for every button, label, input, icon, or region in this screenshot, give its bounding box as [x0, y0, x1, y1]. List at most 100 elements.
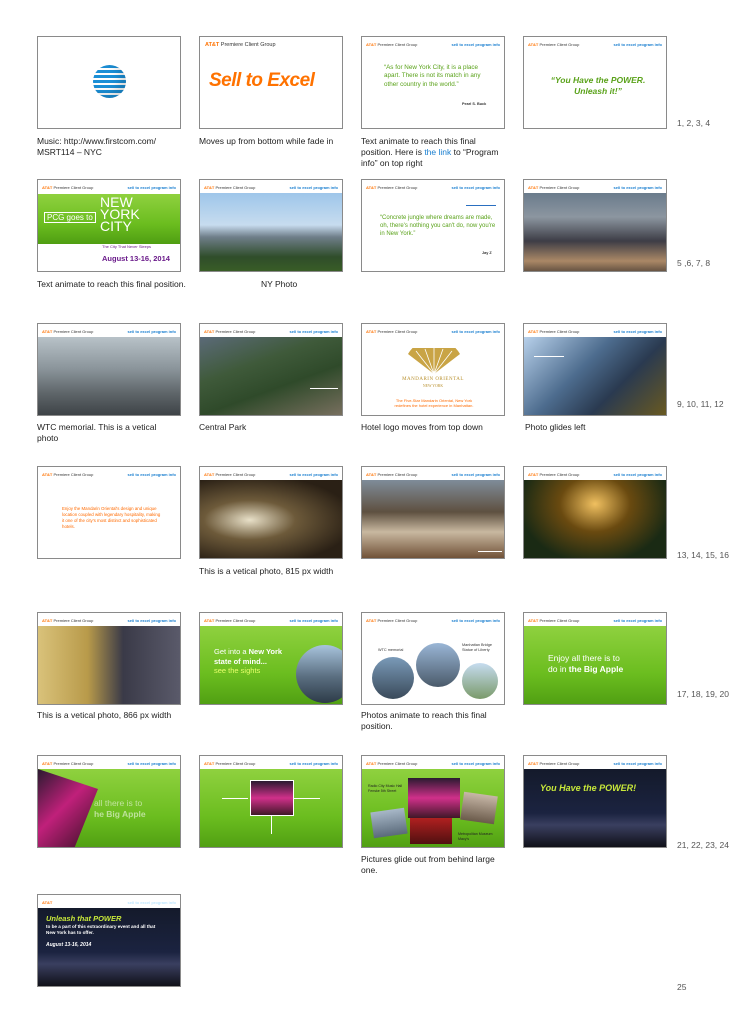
- slide-11: AT&T Premiere Client Group sell to excel…: [361, 323, 505, 416]
- ny-skyline-photo: [200, 193, 342, 271]
- program-info-link[interactable]: sell to excel program info: [128, 184, 176, 192]
- slide-9: AT&T Premiere Client Group sell to excel…: [37, 323, 181, 416]
- caption-3: Text animate to reach this final positio…: [361, 136, 499, 168]
- state-of-mind-text: Get into a New York state of mind... see…: [214, 647, 283, 675]
- program-info-link[interactable]: sell to excel program info: [614, 760, 662, 768]
- doorman-photo: [38, 626, 180, 704]
- slide-header: AT&T Premiere Client Group sell to excel…: [528, 41, 662, 49]
- slide-21: AT&T Premiere Client Group sell to excel…: [37, 755, 181, 848]
- radio-city-main-photo: [408, 778, 460, 818]
- slide-header: AT&T Premiere Client Group sell to excel…: [204, 471, 338, 479]
- hotel-lobby-photo: [200, 480, 342, 558]
- att-logo: AT&T Premiere Client Group: [204, 618, 256, 623]
- att-logo: AT&T Premiere Client Group: [42, 900, 94, 905]
- slide-3: AT&T Premiere Client Group sell to excel…: [361, 36, 505, 129]
- row-numbers-7: 25: [677, 982, 687, 992]
- program-info-link[interactable]: sell to excel program info: [290, 760, 338, 768]
- slide-header: AT&T Premiere Client Group sell to excel…: [366, 184, 500, 192]
- unleash-title: Unleash that POWER: [46, 914, 122, 923]
- att-logo: AT&T Premiere Client Group: [528, 185, 580, 190]
- att-logo: AT&T Premiere Client Group: [528, 329, 580, 334]
- slide-header: AT&T Premiere Client Group sell to excel…: [528, 328, 662, 336]
- caption-14: This is a vetical photo, 815 px width: [199, 566, 334, 576]
- program-info-link[interactable]: sell to excel program info: [128, 899, 176, 907]
- att-logo: AT&T Premiere Client Group: [366, 761, 418, 766]
- jayz-quote: “Concrete jungle where dreams are made, …: [380, 215, 496, 237]
- caption-1: Music: http://www.firstcom.com/ MSRT114 …: [37, 136, 157, 157]
- slide-24: AT&T Premiere Client Group sell to excel…: [523, 755, 667, 848]
- caption-2: Moves up from bottom while fade in: [199, 136, 334, 146]
- program-info-link[interactable]: sell to excel program info: [614, 471, 662, 479]
- caption-17: This is a vetical photo, 866 px width: [37, 710, 172, 720]
- program-info-link[interactable]: sell to excel program info: [452, 760, 500, 768]
- program-info-link[interactable]: sell to excel program info: [290, 328, 338, 336]
- hotel-description: Enjoy the Mandarin Oriental's design and…: [62, 506, 161, 529]
- program-info-link[interactable]: sell to excel program info: [128, 328, 176, 336]
- slide-1: [37, 36, 181, 129]
- left-arrow-icon: [222, 798, 248, 799]
- label-bridge: Manhattan Bridge Statue of Liberty: [462, 643, 492, 652]
- slide-header: AT&T Premiere Client Group sell to excel…: [204, 617, 338, 625]
- right-arrow-icon: [294, 798, 320, 799]
- program-info-link[interactable]: sell to excel program info: [128, 760, 176, 768]
- program-info-link[interactable]: sell to excel program info: [128, 471, 176, 479]
- program-info-link[interactable]: sell to excel program info: [290, 471, 338, 479]
- program-info-link[interactable]: sell to excel program info: [452, 184, 500, 192]
- slide-header: AT&T Premiere Client Group sell to excel…: [528, 184, 662, 192]
- att-logo: AT&T Premiere Client Group: [528, 761, 580, 766]
- program-info-link[interactable]: sell to excel program info: [614, 41, 662, 49]
- att-logo: AT&T Premiere Client Group: [204, 185, 256, 190]
- slide-header: AT&T Premiere Client Group sell to excel…: [42, 471, 176, 479]
- slide-14: AT&T Premiere Client Group sell to excel…: [199, 466, 343, 559]
- slide-header: AT&T Premiere Client Group sell to excel…: [42, 760, 176, 768]
- att-logo: AT&T Premiere Client Group: [204, 329, 256, 334]
- wtc-circle-photo: [372, 657, 414, 699]
- program-info-link[interactable]: sell to excel program info: [452, 41, 500, 49]
- program-info-link[interactable]: sell to excel program info: [452, 617, 500, 625]
- att-wordmark: AT&T: [205, 42, 220, 48]
- att-logo: AT&T Premiere Client Group: [366, 472, 418, 477]
- caption-5: Text animate to reach this final positio…: [37, 279, 186, 289]
- slide-header: AT&T Premiere Client Group sell to excel…: [204, 184, 338, 192]
- program-info-link[interactable]: sell to excel program info: [290, 617, 338, 625]
- caption-12: Photo glides left: [525, 422, 586, 432]
- slide-6: AT&T Premiere Client Group sell to excel…: [199, 179, 343, 272]
- program-info-link[interactable]: sell to excel program info: [614, 184, 662, 192]
- slide-header: AT&T Premiere Client Group sell to excel…: [528, 471, 662, 479]
- program-info-link[interactable]: sell to excel program info: [452, 328, 500, 336]
- att-logo: AT&T Premiere Client Group: [42, 472, 94, 477]
- program-info-link[interactable]: sell to excel program info: [290, 184, 338, 192]
- att-logo: AT&T Premiere Client Group: [528, 618, 580, 623]
- row-numbers-4: 13, 14, 15, 16: [677, 550, 729, 560]
- slide-header: AT&T Premiere Client Group sell to excel…: [204, 328, 338, 336]
- program-info-link[interactable]: sell to excel program info: [128, 617, 176, 625]
- hotel-room-photo: [362, 480, 504, 558]
- slide-25: AT&T Premiere Client Group sell to excel…: [37, 894, 181, 987]
- program-info-link[interactable]: sell to excel program info: [614, 617, 662, 625]
- label-wtc: WTC memorial: [378, 648, 404, 652]
- slide-header: AT&T Premiere Client Group sell to excel…: [42, 184, 176, 192]
- slide-header: AT&T Premiere Client Group sell to excel…: [528, 617, 662, 625]
- row-numbers-2: 5 ,6, 7, 8: [677, 258, 711, 268]
- slide-20: AT&T Premiere Client Group sell to excel…: [523, 612, 667, 705]
- row-numbers-5: 17, 18, 19, 20: [677, 689, 729, 699]
- pcg-goes-to: PCG goes to: [44, 212, 96, 223]
- big-apple-text: Enjoy all there is to do in the Big Appl…: [548, 653, 624, 674]
- down-arrow-icon: [271, 816, 272, 834]
- slide-header: AT&T Premiere Client Group sell to excel…: [42, 617, 176, 625]
- program-info-link[interactable]: sell to excel program info: [452, 471, 500, 479]
- slide-header: AT&T Premiere Client Group sell to excel…: [42, 328, 176, 336]
- program-info-link[interactable]: sell to excel program info: [614, 328, 662, 336]
- nyc-subtitle: The City That Never Sleeps: [102, 244, 152, 249]
- slide-18: AT&T Premiere Client Group sell to excel…: [199, 612, 343, 705]
- slide-4: AT&T Premiere Client Group sell to excel…: [523, 36, 667, 129]
- slide-header: AT&T Premiere Client Group sell to excel…: [366, 328, 500, 336]
- slide-header: AT&T Premiere Client Group sell to excel…: [528, 760, 662, 768]
- program-info-doc-link[interactable]: the link: [424, 147, 451, 157]
- night-skyline-photo: [524, 769, 666, 847]
- restaurant-photo: [524, 480, 666, 558]
- caption-6: NY Photo: [261, 279, 298, 289]
- central-park-photo: [200, 337, 342, 415]
- slide-16: AT&T Premiere Client Group sell to excel…: [523, 466, 667, 559]
- slide-8: AT&T Premiere Client Group sell to excel…: [523, 179, 667, 272]
